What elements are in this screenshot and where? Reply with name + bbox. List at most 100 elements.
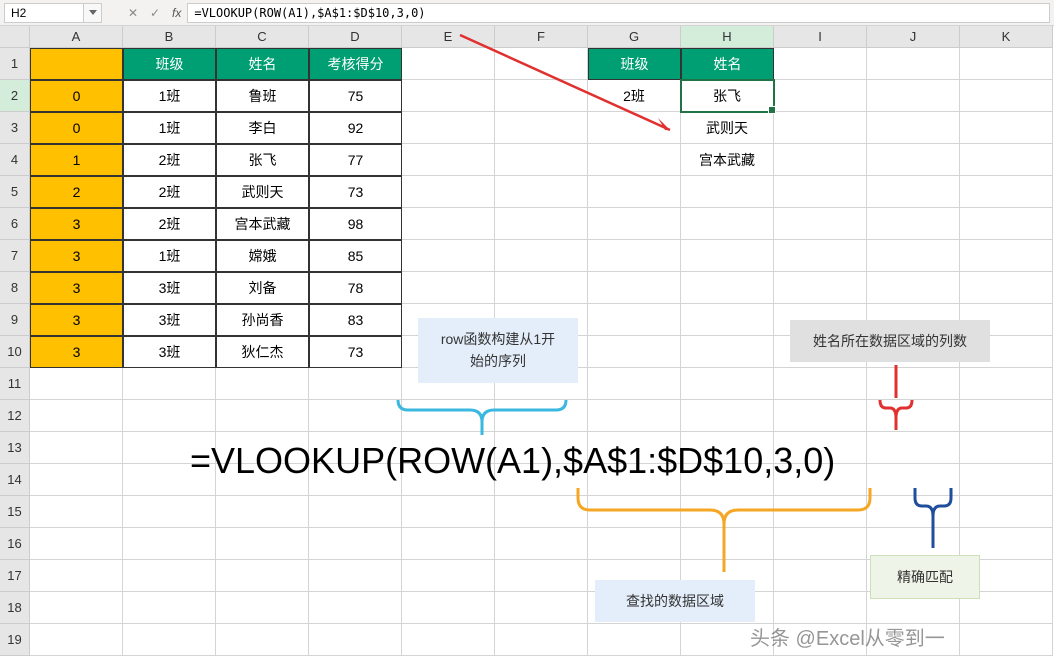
cell-I17[interactable]: [774, 560, 867, 592]
cell-K5[interactable]: [960, 176, 1053, 208]
cell-E3[interactable]: [402, 112, 495, 144]
cell-E5[interactable]: [402, 176, 495, 208]
cell-J7[interactable]: [867, 240, 960, 272]
cell-J3[interactable]: [867, 112, 960, 144]
cell-B19[interactable]: [123, 624, 216, 656]
cell-C10[interactable]: 狄仁杰: [216, 336, 309, 368]
cell-F16[interactable]: [495, 528, 588, 560]
cell-A18[interactable]: [30, 592, 123, 624]
cell-D12[interactable]: [309, 400, 402, 432]
cell-J14[interactable]: [867, 464, 960, 496]
cell-E1[interactable]: [402, 48, 495, 80]
cell-B5[interactable]: 2班: [123, 176, 216, 208]
cell-G1[interactable]: 班级: [588, 48, 681, 80]
row-header-4[interactable]: 4: [0, 144, 30, 176]
cell-F4[interactable]: [495, 144, 588, 176]
cell-I11[interactable]: [774, 368, 867, 400]
cell-I7[interactable]: [774, 240, 867, 272]
cell-G3[interactable]: [588, 112, 681, 144]
cell-E15[interactable]: [402, 496, 495, 528]
cell-B17[interactable]: [123, 560, 216, 592]
cell-C2[interactable]: 鲁班: [216, 80, 309, 112]
row-header-17[interactable]: 17: [0, 560, 30, 592]
cell-G10[interactable]: [588, 336, 681, 368]
cell-I3[interactable]: [774, 112, 867, 144]
cell-D8[interactable]: 78: [309, 272, 402, 304]
cell-C5[interactable]: 武则天: [216, 176, 309, 208]
row-header-1[interactable]: 1: [0, 48, 30, 80]
cell-A15[interactable]: [30, 496, 123, 528]
cell-I4[interactable]: [774, 144, 867, 176]
cell-D3[interactable]: 92: [309, 112, 402, 144]
cell-H10[interactable]: [681, 336, 774, 368]
cell-B11[interactable]: [123, 368, 216, 400]
cell-H2[interactable]: 张飞: [681, 80, 774, 112]
cell-J8[interactable]: [867, 272, 960, 304]
row-header-3[interactable]: 3: [0, 112, 30, 144]
accept-formula-button[interactable]: ✓: [144, 3, 166, 23]
cell-A13[interactable]: [30, 432, 123, 464]
formula-input[interactable]: =VLOOKUP(ROW(A1),$A$1:$D$10,3,0): [187, 3, 1050, 23]
col-header-K[interactable]: K: [960, 26, 1053, 48]
cell-H7[interactable]: [681, 240, 774, 272]
cell-E19[interactable]: [402, 624, 495, 656]
cell-H9[interactable]: [681, 304, 774, 336]
cell-J1[interactable]: [867, 48, 960, 80]
cell-A10[interactable]: 3: [30, 336, 123, 368]
cell-E7[interactable]: [402, 240, 495, 272]
cell-H4[interactable]: 宫本武藏: [681, 144, 774, 176]
cell-B3[interactable]: 1班: [123, 112, 216, 144]
cell-F19[interactable]: [495, 624, 588, 656]
cell-F2[interactable]: [495, 80, 588, 112]
cell-I18[interactable]: [774, 592, 867, 624]
cell-B8[interactable]: 3班: [123, 272, 216, 304]
cell-E12[interactable]: [402, 400, 495, 432]
cell-A14[interactable]: [30, 464, 123, 496]
cell-G12[interactable]: [588, 400, 681, 432]
cell-F15[interactable]: [495, 496, 588, 528]
cell-D6[interactable]: 98: [309, 208, 402, 240]
cell-H16[interactable]: [681, 528, 774, 560]
cell-I1[interactable]: [774, 48, 867, 80]
cell-A12[interactable]: [30, 400, 123, 432]
cell-H6[interactable]: [681, 208, 774, 240]
cell-F12[interactable]: [495, 400, 588, 432]
cell-F1[interactable]: [495, 48, 588, 80]
row-header-2[interactable]: 2: [0, 80, 30, 112]
name-box-dropdown[interactable]: [84, 3, 102, 23]
cell-C15[interactable]: [216, 496, 309, 528]
cell-H12[interactable]: [681, 400, 774, 432]
row-header-14[interactable]: 14: [0, 464, 30, 496]
cell-I12[interactable]: [774, 400, 867, 432]
cell-D18[interactable]: [309, 592, 402, 624]
cell-D7[interactable]: 85: [309, 240, 402, 272]
col-header-H[interactable]: H: [681, 26, 774, 48]
cell-C4[interactable]: 张飞: [216, 144, 309, 176]
cell-J5[interactable]: [867, 176, 960, 208]
cell-A9[interactable]: 3: [30, 304, 123, 336]
select-all-corner[interactable]: [0, 26, 30, 48]
cell-C18[interactable]: [216, 592, 309, 624]
fx-icon[interactable]: fx: [172, 6, 181, 20]
cell-B9[interactable]: 3班: [123, 304, 216, 336]
cell-G9[interactable]: [588, 304, 681, 336]
cell-C11[interactable]: [216, 368, 309, 400]
cell-H11[interactable]: [681, 368, 774, 400]
cell-A2[interactable]: 0: [30, 80, 123, 112]
cell-J15[interactable]: [867, 496, 960, 528]
row-header-8[interactable]: 8: [0, 272, 30, 304]
cell-B10[interactable]: 3班: [123, 336, 216, 368]
cell-C1[interactable]: 姓名: [216, 48, 309, 80]
cell-J2[interactable]: [867, 80, 960, 112]
cancel-formula-button[interactable]: ✕: [122, 3, 144, 23]
cell-E4[interactable]: [402, 144, 495, 176]
cell-H5[interactable]: [681, 176, 774, 208]
cell-K1[interactable]: [960, 48, 1053, 80]
cell-H15[interactable]: [681, 496, 774, 528]
cell-K7[interactable]: [960, 240, 1053, 272]
col-header-J[interactable]: J: [867, 26, 960, 48]
cell-A8[interactable]: 3: [30, 272, 123, 304]
cell-G6[interactable]: [588, 208, 681, 240]
row-header-11[interactable]: 11: [0, 368, 30, 400]
col-header-F[interactable]: F: [495, 26, 588, 48]
